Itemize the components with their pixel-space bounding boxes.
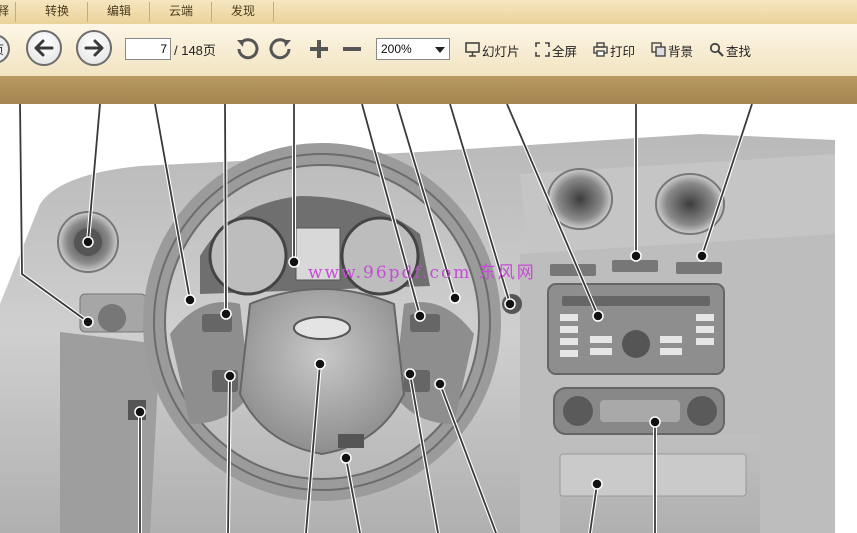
toolbar: 页 7 / 148页 200% 幻灯片 全屏 打印 背景 查找: [0, 24, 857, 76]
tab-bar: 释 转换 编辑 云端 发现: [0, 0, 857, 25]
back-button[interactable]: [26, 30, 62, 66]
rotate-left-button[interactable]: [234, 36, 260, 62]
dashboard-illustration: [0, 104, 835, 533]
minus-icon: [343, 47, 361, 51]
arrow-left-icon: [34, 39, 54, 57]
tab-discover[interactable]: 发现: [216, 0, 274, 24]
tab-edit[interactable]: 编辑: [92, 0, 150, 24]
rotate-right-button[interactable]: [268, 36, 294, 62]
previous-tool-button[interactable]: 页: [0, 34, 10, 64]
page-number-input[interactable]: 7: [125, 38, 171, 60]
page-total: / 148页: [174, 43, 216, 58]
search-icon: [709, 42, 724, 57]
rotate-left-icon: [237, 38, 259, 60]
find-label: 查找: [726, 44, 752, 59]
chevron-down-icon: [435, 47, 445, 53]
rotate-right-icon: [269, 38, 291, 60]
forward-button[interactable]: [76, 30, 112, 66]
slideshow-label: 幻灯片: [482, 44, 520, 59]
tab-cloud[interactable]: 云端: [154, 0, 212, 24]
fullscreen-icon: [535, 42, 550, 57]
slideshow-icon: [465, 42, 480, 57]
fullscreen-label: 全屏: [552, 44, 578, 59]
zoom-value: 200%: [381, 42, 412, 56]
document-top-band: [0, 76, 857, 105]
arrow-right-icon: [84, 39, 104, 57]
watermark-text: www.96pdf.com 东风网: [308, 263, 536, 283]
zoom-out-button[interactable]: [339, 36, 365, 62]
previous-tool-label: 页: [0, 41, 4, 58]
plus-icon: [310, 40, 328, 58]
background-label: 背景: [668, 44, 694, 59]
zoom-select[interactable]: 200%: [376, 38, 450, 60]
zoom-in-button[interactable]: [306, 36, 332, 62]
printer-icon: [593, 42, 608, 57]
tab-annotate[interactable]: 释: [0, 0, 16, 24]
document-page[interactable]: www.96pdf.com 东风网: [0, 104, 857, 533]
background-icon: [651, 42, 666, 57]
print-label: 打印: [610, 44, 636, 59]
tab-convert[interactable]: 转换: [30, 0, 88, 24]
